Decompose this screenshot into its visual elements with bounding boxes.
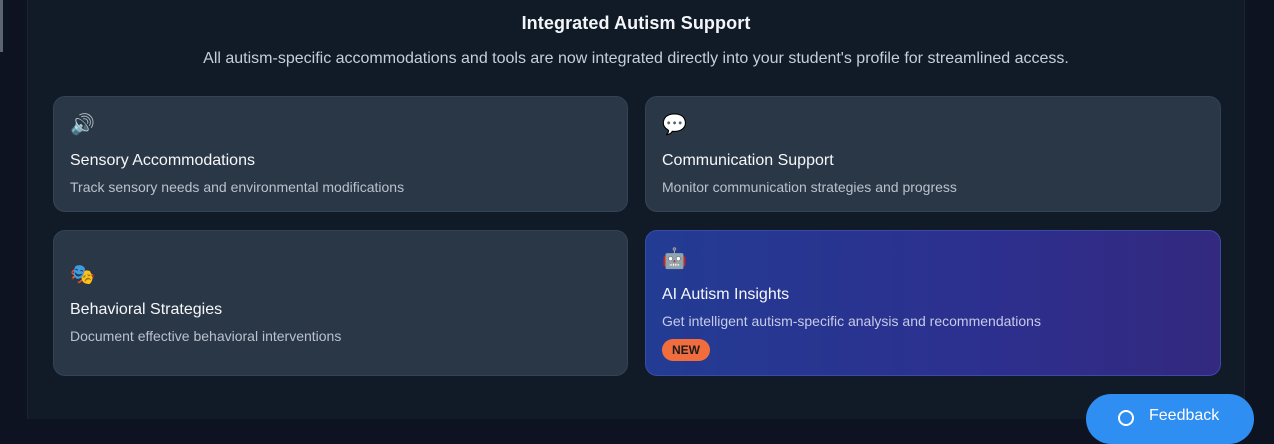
section-subtitle: All autism-specific accommodations and t… [203,50,1069,67]
theater-masks-icon: 🎭 [70,264,95,286]
robot-icon: 🤖 [662,248,687,270]
ai-autism-insights-card[interactable]: 🤖 AI Autism Insights Get intelligent aut… [645,230,1221,376]
chat-icon [1118,410,1134,426]
communication-support-card[interactable]: 💬 Communication Support Monitor communic… [645,96,1221,212]
feedback-button[interactable]: Feedback [1086,394,1254,444]
new-badge: NEW [662,339,710,361]
card-description: Get intelligent autism-specific analysis… [662,313,1041,329]
card-description: Track sensory needs and environmental mo… [70,179,405,195]
card-title: Communication Support [662,152,834,169]
section-title: Integrated Autism Support [521,13,751,33]
card-description: Document effective behavioral interventi… [70,328,342,344]
card-description: Monitor communication strategies and pro… [662,179,957,195]
speaker-icon: 🔊 [70,114,95,136]
card-title: AI Autism Insights [662,286,790,303]
speech-bubble-icon: 💬 [662,114,687,136]
card-title: Sensory Accommodations [70,152,255,169]
scroll-indicator [0,0,3,52]
behavioral-strategies-card[interactable]: 🎭 Behavioral Strategies Document effecti… [53,230,628,376]
sensory-accommodations-card[interactable]: 🔊 Sensory Accommodations Track sensory n… [53,96,628,212]
feedback-label: Feedback [1149,407,1220,424]
autism-support-panel: Integrated Autism Support All autism-spe… [27,0,1245,419]
card-title: Behavioral Strategies [70,301,223,318]
